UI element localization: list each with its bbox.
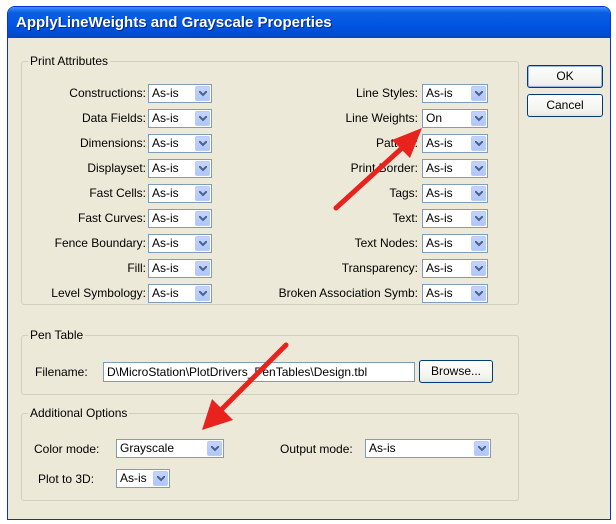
attr-value: As-is xyxy=(426,161,453,175)
attr-label-left-3: Displayset: xyxy=(87,161,146,175)
attr-value: As-is xyxy=(426,211,453,225)
ok-label: OK xyxy=(556,69,574,83)
attr-label-right-6: Text Nodes: xyxy=(354,236,418,250)
attr-value: As-is xyxy=(426,186,453,200)
attr-value: As-is xyxy=(426,236,453,250)
attr-value: As-is xyxy=(152,161,179,175)
filename-label: Filename: xyxy=(35,365,88,379)
output-mode-value: As-is xyxy=(369,441,396,455)
attr-value: As-is xyxy=(426,261,453,275)
chevron-down-icon[interactable] xyxy=(471,161,486,176)
attr-label-left-6: Fence Boundary: xyxy=(54,236,146,250)
filename-field[interactable]: D\MicroStation\PlotDrivers_PenTables\Des… xyxy=(103,362,415,382)
output-mode-label: Output mode: xyxy=(280,442,353,456)
attr-select-right-2[interactable]: As-is xyxy=(422,134,488,153)
attr-select-right-1[interactable]: On xyxy=(422,109,488,128)
color-mode-value: Grayscale xyxy=(120,441,175,455)
attr-label-left-4: Fast Cells: xyxy=(89,186,146,200)
attr-label-right-3: Print Border: xyxy=(350,161,418,175)
attr-select-left-4[interactable]: As-is xyxy=(148,184,212,203)
attr-select-left-2[interactable]: As-is xyxy=(148,134,212,153)
chevron-down-icon[interactable] xyxy=(471,236,486,251)
plot-3d-value: As-is xyxy=(120,471,147,485)
attr-label-left-5: Fast Curves: xyxy=(77,211,146,225)
output-mode-select[interactable]: As-is xyxy=(365,439,491,458)
chevron-down-icon[interactable] xyxy=(195,186,210,201)
attr-select-right-6[interactable]: As-is xyxy=(422,234,488,253)
cancel-button[interactable]: Cancel xyxy=(527,94,603,117)
attr-label-right-2: Pattern: xyxy=(375,136,418,150)
attr-value: As-is xyxy=(152,136,179,150)
chevron-down-icon[interactable] xyxy=(471,286,486,301)
chevron-down-icon[interactable] xyxy=(195,136,210,151)
attr-value: As-is xyxy=(152,236,179,250)
attr-select-left-7[interactable]: As-is xyxy=(148,259,212,278)
attr-select-right-8[interactable]: As-is xyxy=(422,284,488,303)
attr-label-right-4: Tags: xyxy=(389,186,418,200)
attr-label-left-1: Data Fields: xyxy=(81,111,146,125)
attr-value: As-is xyxy=(152,111,179,125)
pen-table-title: Pen Table xyxy=(28,328,86,342)
attr-select-left-1[interactable]: As-is xyxy=(148,109,212,128)
attr-label-right-1: Line Weights: xyxy=(345,111,419,125)
attr-label-left-7: Fill: xyxy=(127,261,146,275)
attr-label-left-8: Level Symbology: xyxy=(51,286,146,300)
attr-value: As-is xyxy=(152,86,179,100)
ok-button[interactable]: OK xyxy=(527,65,603,88)
attr-value: As-is xyxy=(152,286,179,300)
chevron-down-icon[interactable] xyxy=(195,236,210,251)
color-mode-label: Color mode: xyxy=(34,442,100,456)
attr-label-left-2: Dimensions: xyxy=(79,136,146,150)
attr-value: As-is xyxy=(152,186,179,200)
attr-value: On xyxy=(426,111,443,125)
attr-value: As-is xyxy=(426,86,453,100)
chevron-down-icon[interactable] xyxy=(471,111,486,126)
attr-select-left-6[interactable]: As-is xyxy=(148,234,212,253)
chevron-down-icon[interactable] xyxy=(474,441,489,456)
chevron-down-icon[interactable] xyxy=(471,211,486,226)
plot-3d-label: Plot to 3D: xyxy=(38,472,95,486)
chevron-down-icon[interactable] xyxy=(195,211,210,226)
dialog-title: ApplyLineWeights and Grayscale Propertie… xyxy=(8,7,610,38)
attr-label-left-0: Constructions: xyxy=(69,86,146,100)
attr-select-left-3[interactable]: As-is xyxy=(148,159,212,178)
chevron-down-icon[interactable] xyxy=(471,86,486,101)
browse-button[interactable]: Browse... xyxy=(419,360,493,383)
attr-value: As-is xyxy=(426,286,453,300)
chevron-down-icon[interactable] xyxy=(195,161,210,176)
attr-label-right-8: Broken Association Symb: xyxy=(278,286,418,300)
print-attributes-title: Print Attributes xyxy=(28,54,111,68)
additional-options-title: Additional Options xyxy=(28,406,130,420)
chevron-down-icon[interactable] xyxy=(153,471,168,486)
attr-select-right-5[interactable]: As-is xyxy=(422,209,488,228)
chevron-down-icon[interactable] xyxy=(207,441,222,456)
chevron-down-icon[interactable] xyxy=(195,261,210,276)
chevron-down-icon[interactable] xyxy=(195,86,210,101)
chevron-down-icon[interactable] xyxy=(195,111,210,126)
chevron-down-icon[interactable] xyxy=(195,286,210,301)
plot-3d-select[interactable]: As-is xyxy=(116,469,170,488)
attr-value: As-is xyxy=(152,261,179,275)
attr-select-left-5[interactable]: As-is xyxy=(148,209,212,228)
chevron-down-icon[interactable] xyxy=(471,261,486,276)
color-mode-select[interactable]: Grayscale xyxy=(116,439,224,458)
attr-label-right-7: Transparency: xyxy=(341,261,418,275)
attr-select-right-3[interactable]: As-is xyxy=(422,159,488,178)
attr-select-right-7[interactable]: As-is xyxy=(422,259,488,278)
attr-select-left-0[interactable]: As-is xyxy=(148,84,212,103)
attr-value: As-is xyxy=(426,136,453,150)
attr-select-right-0[interactable]: As-is xyxy=(422,84,488,103)
attr-select-right-4[interactable]: As-is xyxy=(422,184,488,203)
attr-select-left-8[interactable]: As-is xyxy=(148,284,212,303)
chevron-down-icon[interactable] xyxy=(471,136,486,151)
attr-value: As-is xyxy=(152,211,179,225)
attr-label-right-0: Line Styles: xyxy=(355,86,418,100)
chevron-down-icon[interactable] xyxy=(471,186,486,201)
properties-dialog: ApplyLineWeights and Grayscale Propertie… xyxy=(7,6,611,520)
attr-label-right-5: Text: xyxy=(392,211,418,225)
